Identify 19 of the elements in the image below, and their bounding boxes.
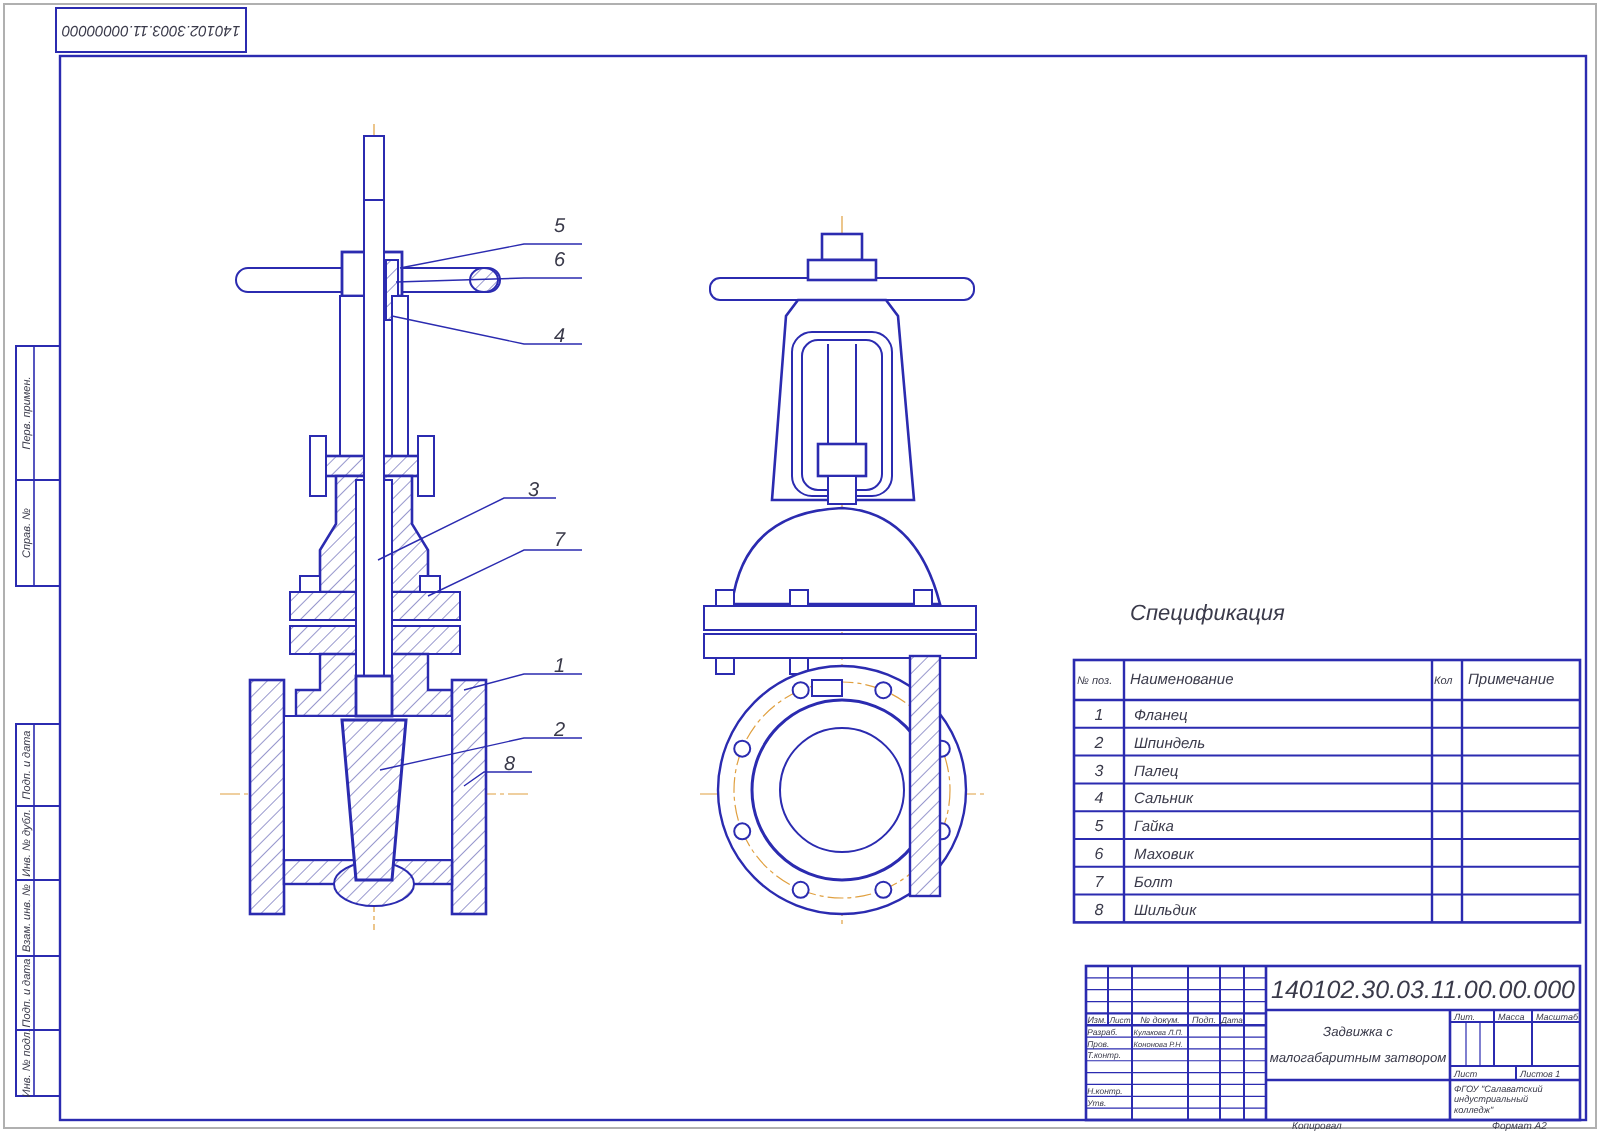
position-number: 3 [1094, 761, 1104, 780]
position-number: 6 [1094, 845, 1104, 863]
callout-number: 2 [554, 720, 566, 742]
leader-line [463, 673, 583, 691]
position-number: 2 [1094, 733, 1104, 752]
drawing-designation: 140102.30.03.11.00.00.000 [1271, 976, 1575, 1004]
position-number: 4 [1094, 789, 1104, 808]
specification-title: Спецификация [1130, 602, 1285, 626]
position-number: 1 [1094, 706, 1104, 724]
position-number: 7 [1094, 872, 1104, 891]
callout-number: 4 [554, 326, 566, 348]
callout-number: 3 [528, 480, 540, 502]
position-number: 8 [1094, 900, 1104, 919]
callout-number: 7 [554, 530, 566, 552]
callout-number: 8 [504, 754, 516, 776]
position-number: 5 [1094, 817, 1104, 836]
callout-number: 5 [554, 216, 566, 238]
callout-number: 1 [554, 656, 566, 678]
callout-number: 6 [554, 250, 566, 272]
